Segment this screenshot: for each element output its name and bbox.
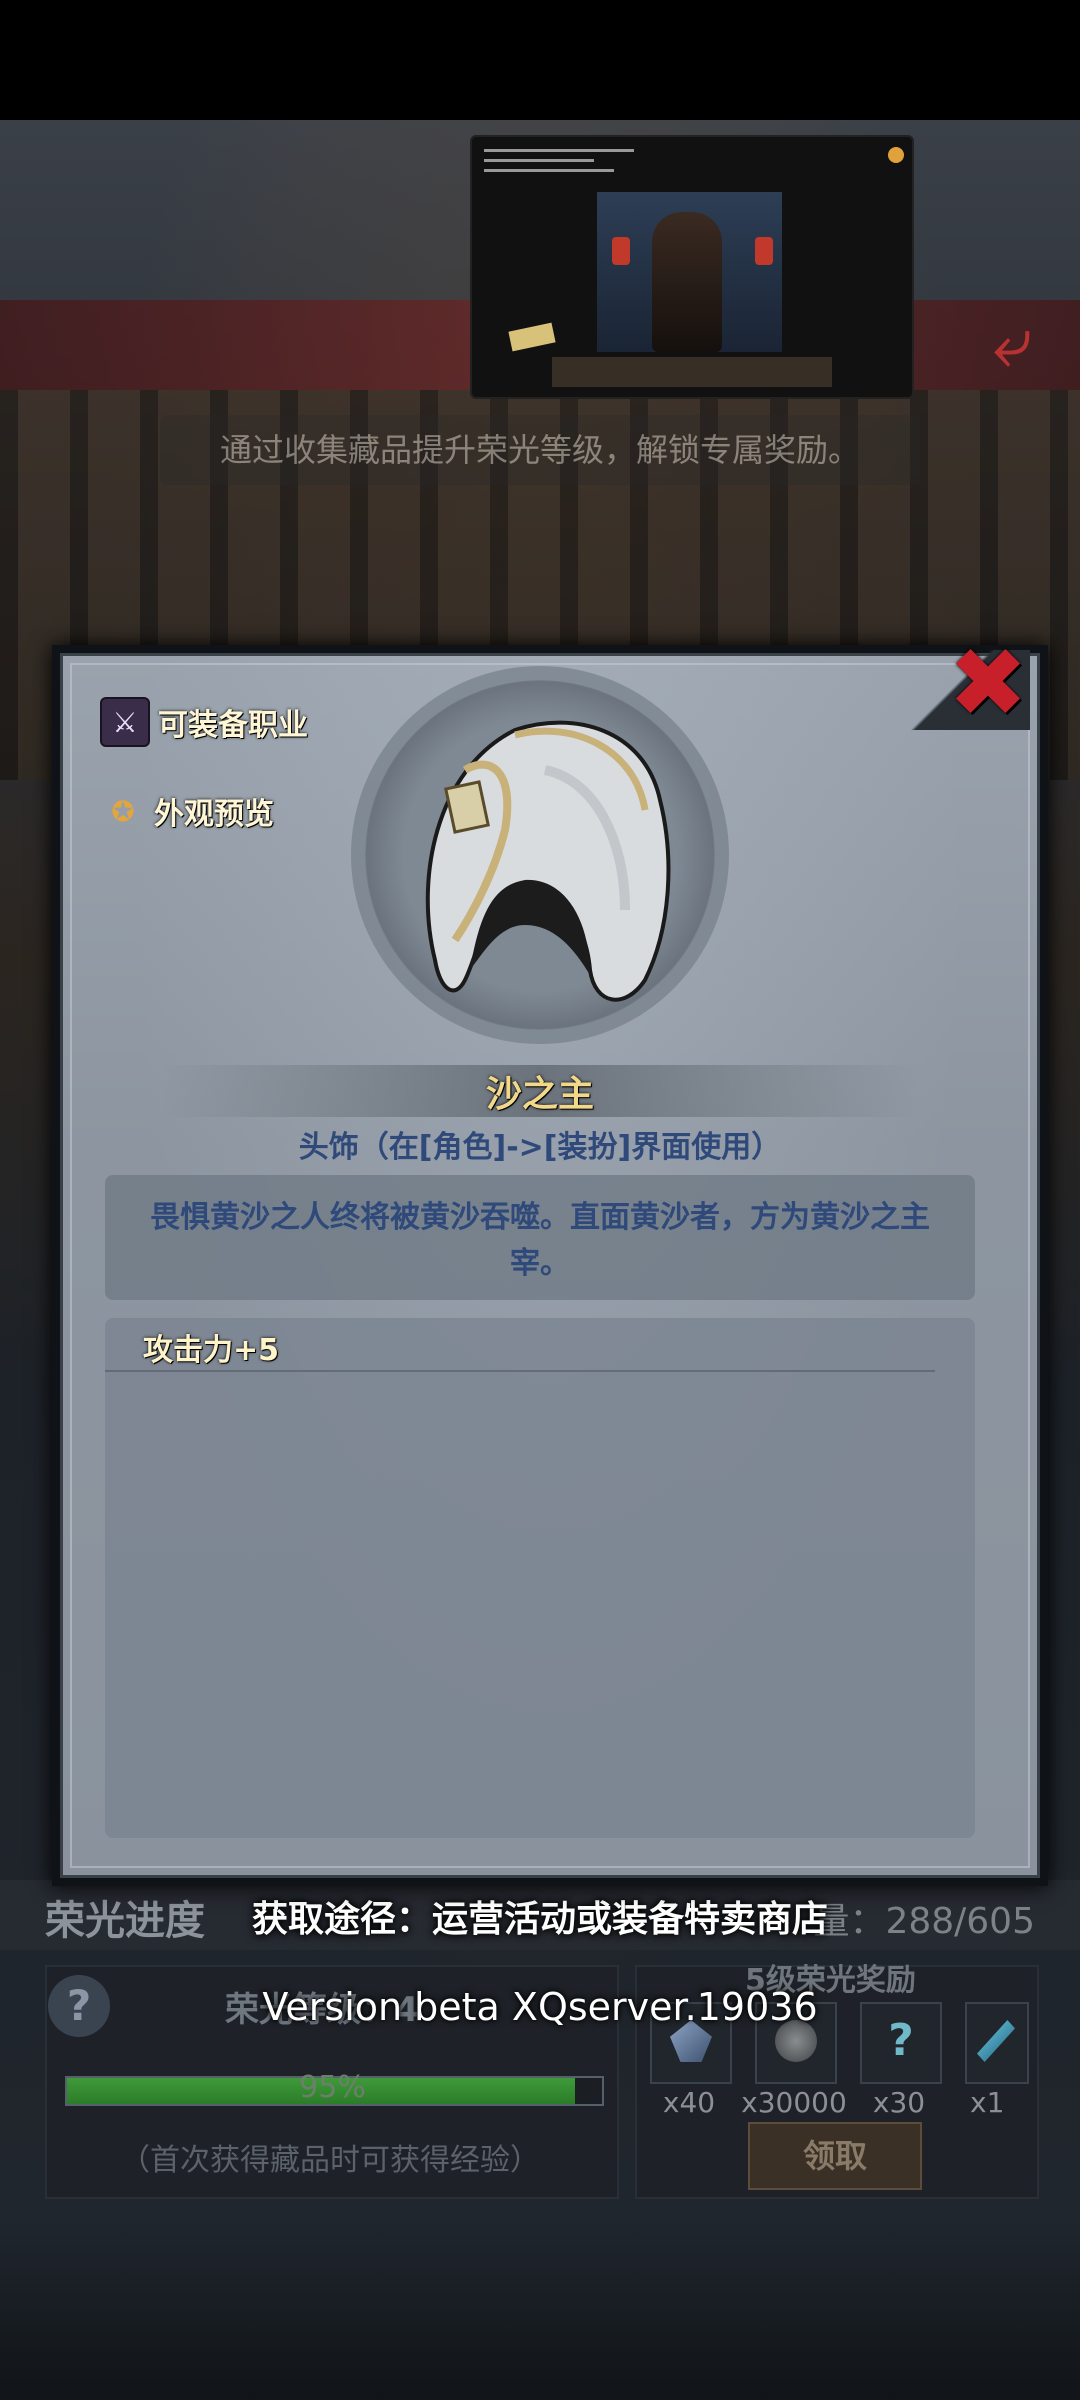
- reward-count: x30: [872, 2086, 926, 2119]
- appearance-preview-button[interactable]: ✪ 外观预览: [100, 788, 274, 834]
- item-type: 头饰（在[角色]->[装扮]界面使用）: [298, 1130, 782, 1165]
- reward-count: x1: [970, 2086, 1005, 2119]
- equippable-class-label: 可装备职业: [158, 708, 308, 743]
- appearance-preview-label: 外观预览: [154, 797, 274, 832]
- stat-attack: 攻击力+5: [143, 1333, 280, 1368]
- close-icon[interactable]: ✖: [945, 635, 1031, 731]
- exp-note: （首次获得藏品时可获得经验）: [120, 2143, 540, 2178]
- preview-icon: ✪: [111, 794, 135, 828]
- reward-count: x30000: [741, 2086, 847, 2119]
- bottom-background: [0, 2220, 1080, 2400]
- acquire-path-text: 获取途径：运营活动或装备特卖商店: [251, 1899, 828, 1940]
- video-close-dot-icon[interactable]: [888, 147, 904, 163]
- status-bar: [0, 0, 1080, 120]
- equippable-class-button[interactable]: ⚔ 可装备职业: [100, 697, 308, 747]
- item-description: 畏惧黄沙之人终将被黄沙吞噬。直面黄沙者，方为黄沙之主宰。: [150, 1200, 930, 1281]
- reward-count: x40: [662, 2086, 716, 2119]
- class-swords-icon: ⚔: [100, 697, 150, 747]
- exp-percent-text: 95%: [299, 2070, 366, 2105]
- item-name: 沙之主: [160, 1065, 920, 1117]
- page-subtitle: 通过收集藏品提升荣光等级，解锁专属奖励。: [160, 415, 920, 485]
- item-stats-box: [105, 1318, 975, 1838]
- version-text: Version beta XQserver.19036: [262, 1985, 818, 2029]
- back-arrow-icon[interactable]: ⤶: [965, 305, 1060, 380]
- claim-button[interactable]: 领取: [748, 2122, 922, 2190]
- hood-icon: [425, 720, 671, 1002]
- stat-divider: [105, 1370, 935, 1372]
- floating-video-thumbnail[interactable]: [470, 135, 914, 399]
